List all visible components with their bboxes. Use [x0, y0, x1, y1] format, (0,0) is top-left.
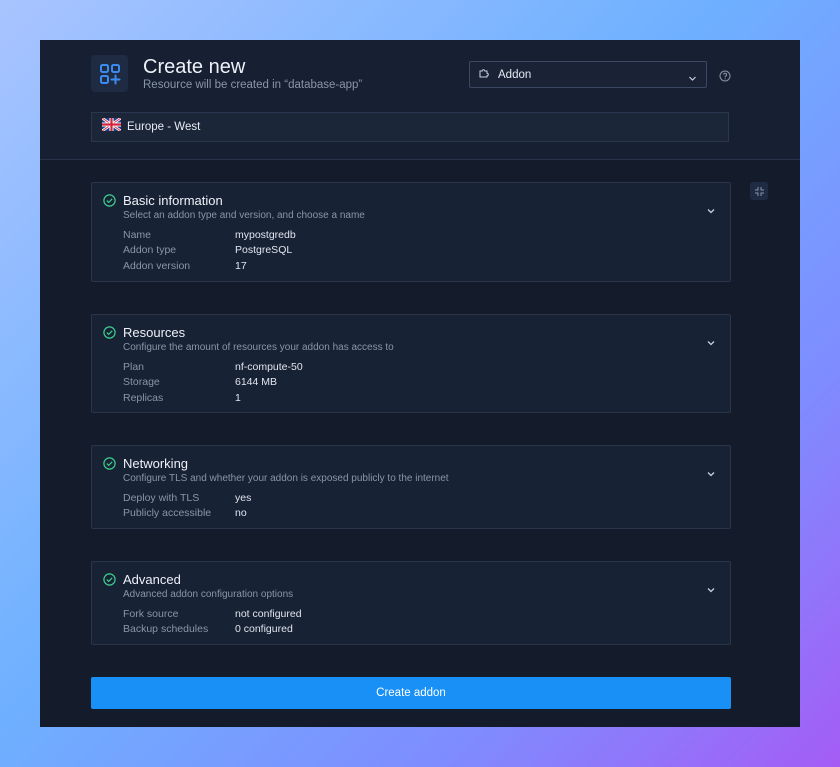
check-circle-icon: [103, 194, 116, 212]
help-circle-icon[interactable]: [719, 69, 731, 87]
row-key: Addon version: [123, 259, 191, 272]
basic-information-card[interactable]: Basic information Select an addon type a…: [91, 182, 731, 282]
row-key: Backup schedules: [123, 623, 209, 636]
header: Create new Resource will be created in “…: [40, 40, 800, 160]
chevron-down-icon[interactable]: [706, 466, 716, 484]
row-value: 17: [235, 259, 247, 272]
grid-plus-icon: [91, 55, 128, 92]
page-title: Create new: [143, 56, 246, 78]
summary-row: Replicas 1: [123, 390, 303, 406]
row-value: nf-compute-50: [235, 360, 303, 373]
region-label: Europe - West: [127, 121, 201, 133]
create-new-window: Create new Resource will be created in “…: [40, 40, 800, 727]
row-key: Fork source: [123, 607, 179, 620]
row-value: no: [235, 507, 247, 520]
row-key: Publicly accessible: [123, 507, 212, 520]
card-title: Resources: [123, 325, 186, 340]
chevron-down-icon[interactable]: [706, 335, 716, 353]
chevron-down-icon: [688, 70, 697, 88]
page-subtitle: Resource will be created in “database-ap…: [143, 79, 363, 91]
chevron-down-icon[interactable]: [706, 582, 716, 600]
row-value: yes: [235, 491, 252, 504]
row-key: Storage: [123, 376, 160, 389]
row-value: 6144 MB: [235, 376, 278, 389]
collapse-icon[interactable]: [750, 182, 768, 200]
row-key: Name: [123, 228, 152, 241]
row-value: mypostgredb: [235, 228, 296, 241]
create-addon-button[interactable]: Create addon: [91, 677, 731, 709]
row-value: not configured: [235, 607, 302, 620]
puzzle-icon: [478, 66, 490, 84]
card-description: Configure TLS and whether your addon is …: [123, 473, 449, 484]
summary-row: Fork source not configured: [123, 606, 302, 622]
card-title: Advanced: [123, 572, 181, 587]
card-title: Basic information: [123, 193, 223, 208]
uk-flag-icon: [101, 116, 122, 136]
row-key: Replicas: [123, 391, 164, 404]
summary-row: Plan nf-compute-50: [123, 359, 303, 375]
check-circle-icon: [103, 573, 116, 591]
summary-row: Name mypostgredb: [123, 227, 296, 243]
networking-card[interactable]: Networking Configure TLS and whether you…: [91, 445, 731, 529]
row-key: Addon type: [123, 244, 177, 257]
summary-row: Backup schedules 0 configured: [123, 622, 302, 638]
card-description: Advanced addon configuration options: [123, 589, 294, 600]
advanced-card[interactable]: Advanced Advanced addon configuration op…: [91, 561, 731, 645]
resource-type-value: Addon: [498, 68, 532, 81]
resource-type-select[interactable]: Addon: [469, 61, 707, 88]
check-circle-icon: [103, 326, 116, 344]
card-title: Networking: [123, 456, 189, 471]
resources-card[interactable]: Resources Configure the amount of resour…: [91, 314, 731, 413]
row-value: 0 configured: [235, 623, 293, 636]
card-description: Configure the amount of resources your a…: [123, 342, 394, 353]
card-description: Select an addon type and version, and ch…: [123, 210, 365, 221]
chevron-down-icon[interactable]: [706, 203, 716, 221]
summary-row: Storage 6144 MB: [123, 375, 303, 391]
row-key: Deploy with TLS: [123, 491, 200, 504]
summary-row: Deploy with TLS yes: [123, 490, 251, 506]
row-value: 1: [235, 391, 241, 404]
summary-row: Addon type PostgreSQL: [123, 243, 296, 259]
summary-row: Publicly accessible no: [123, 506, 251, 522]
row-key: Plan: [123, 360, 145, 373]
region-field[interactable]: Europe - West: [91, 112, 729, 142]
summary-row: Addon version 17: [123, 258, 296, 274]
row-value: PostgreSQL: [235, 244, 293, 257]
check-circle-icon: [103, 457, 116, 475]
